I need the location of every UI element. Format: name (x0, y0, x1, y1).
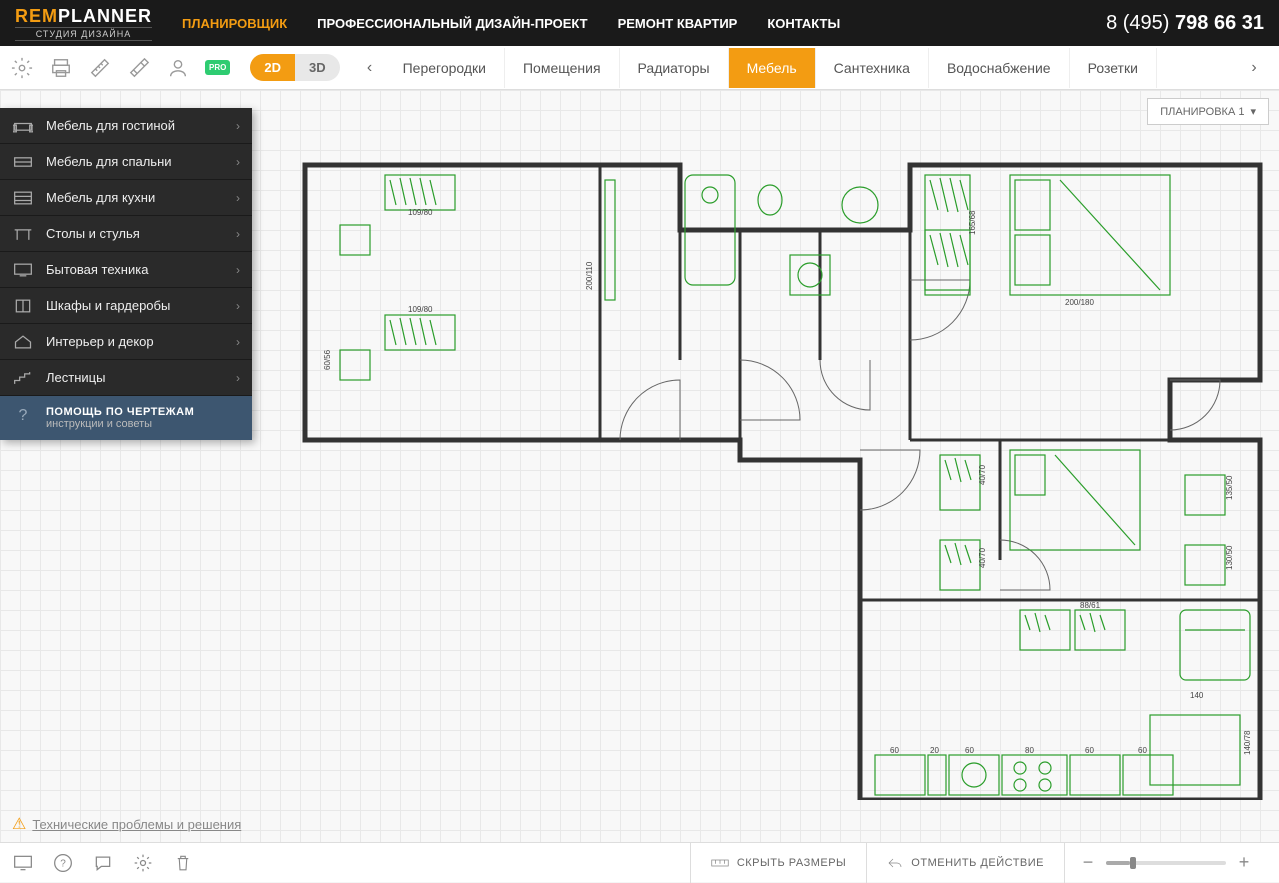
stairs-icon (12, 367, 34, 389)
tab-partitions[interactable]: Перегородки (385, 48, 505, 88)
print-icon[interactable] (49, 56, 73, 80)
tabs-scroll-left[interactable]: ‹ (355, 53, 385, 83)
table-icon (12, 223, 34, 245)
svg-text:130/50: 130/50 (1225, 545, 1234, 570)
sidebar-item-living[interactable]: Мебель для гостиной › (0, 108, 252, 144)
svg-text:80: 80 (1025, 746, 1034, 755)
chat-icon[interactable] (92, 852, 114, 874)
svg-text:140: 140 (1190, 691, 1204, 700)
svg-text:165/68: 165/68 (968, 210, 977, 235)
svg-text:60: 60 (1138, 746, 1147, 755)
floorplan[interactable]: 109/80 109/80 200/110 60/56 200/180 165/… (300, 160, 1279, 800)
nav-design-project[interactable]: ПРОФЕССИОНАЛЬНЫЙ ДИЗАЙН-ПРОЕКТ (317, 16, 587, 31)
svg-text:88/61: 88/61 (1080, 601, 1101, 610)
chevron-right-icon: › (236, 119, 240, 133)
wardrobe-icon (12, 295, 34, 317)
nav-planner[interactable]: ПЛАНИРОВЩИК (182, 16, 287, 31)
sofa-icon (12, 115, 34, 137)
svg-text:60/56: 60/56 (323, 349, 332, 370)
sidebar-item-bedroom[interactable]: Мебель для спальни › (0, 144, 252, 180)
trash-icon[interactable] (172, 852, 194, 874)
tab-sockets[interactable]: Розетки (1070, 48, 1157, 88)
main-nav: ПЛАНИРОВЩИК ПРОФЕССИОНАЛЬНЫЙ ДИЗАЙН-ПРОЕ… (182, 16, 1106, 31)
chevron-right-icon: › (236, 371, 240, 385)
tech-problems-link[interactable]: ⚠ Технические проблемы и решения (12, 814, 241, 834)
logo-planner: PLANNER (58, 6, 152, 26)
pro-badge[interactable]: PRO (205, 60, 230, 75)
logo-rem: REM (15, 6, 58, 26)
tabs-scroll-right[interactable]: › (1239, 53, 1269, 83)
hide-sizes-button[interactable]: СКРЫТЬ РАЗМЕРЫ (690, 843, 866, 883)
svg-text:200/110: 200/110 (585, 261, 594, 290)
screen-icon (12, 259, 34, 281)
worker-icon[interactable] (166, 56, 190, 80)
nav-contacts[interactable]: КОНТАКТЫ (767, 16, 840, 31)
svg-text:60: 60 (890, 746, 899, 755)
zoom-slider[interactable] (1106, 861, 1226, 865)
monitor-icon[interactable] (12, 852, 34, 874)
chevron-right-icon: › (236, 263, 240, 277)
tools-icon[interactable] (127, 56, 151, 80)
tab-furniture[interactable]: Мебель (729, 48, 816, 88)
sidebar-item-tables[interactable]: Столы и стулья › (0, 216, 252, 252)
help-circle-icon[interactable]: ? (52, 852, 74, 874)
kitchen-icon (12, 187, 34, 209)
bed-icon (12, 151, 34, 173)
chevron-right-icon: › (236, 155, 240, 169)
tab-rooms[interactable]: Помещения (505, 48, 620, 88)
furniture-sidebar: Мебель для гостиной › Мебель для спальни… (0, 108, 252, 440)
chevron-right-icon: › (236, 227, 240, 241)
chevron-down-icon: ▾ (1250, 105, 1256, 118)
main-header: REMPLANNER СТУДИЯ ДИЗАЙНА ПЛАНИРОВЩИК ПР… (0, 0, 1279, 46)
tab-radiators[interactable]: Радиаторы (620, 48, 729, 88)
chevron-right-icon: › (236, 299, 240, 313)
question-icon: ? (12, 407, 34, 429)
sidebar-item-appliances[interactable]: Бытовая техника › (0, 252, 252, 288)
plan-dropdown[interactable]: ПЛАНИРОВКА 1 ▾ (1147, 98, 1269, 125)
undo-button[interactable]: ОТМЕНИТЬ ДЕЙСТВИЕ (866, 843, 1064, 883)
footer-icons: ? (12, 852, 194, 874)
sidebar-item-decor[interactable]: Интерьер и декор › (0, 324, 252, 360)
phone-number[interactable]: 8 (495) 798 66 31 (1106, 12, 1264, 35)
tool-icons: PRO (10, 56, 230, 80)
house-icon (12, 331, 34, 353)
ruler-small-icon (711, 857, 729, 869)
logo[interactable]: REMPLANNER СТУДИЯ ДИЗАЙНА (15, 6, 152, 41)
toolbar: PRO 2D 3D ‹ Перегородки Помещения Радиат… (0, 46, 1279, 90)
svg-text:135/50: 135/50 (1225, 475, 1234, 500)
sidebar-item-wardrobes[interactable]: Шкафы и гардеробы › (0, 288, 252, 324)
chevron-right-icon: › (236, 335, 240, 349)
svg-text:40/70: 40/70 (978, 547, 987, 568)
tab-water[interactable]: Водоснабжение (929, 48, 1070, 88)
view-2d-button[interactable]: 2D (250, 54, 295, 81)
svg-text:140/78: 140/78 (1243, 730, 1252, 755)
settings-gear-icon[interactable] (10, 56, 34, 80)
svg-text:60: 60 (965, 746, 974, 755)
sidebar-item-kitchen[interactable]: Мебель для кухни › (0, 180, 252, 216)
nav-renovation[interactable]: РЕМОНТ КВАРТИР (618, 16, 738, 31)
svg-text:109/80: 109/80 (408, 208, 433, 217)
view-3d-button[interactable]: 3D (295, 54, 340, 81)
zoom-out-button[interactable]: − (1080, 852, 1096, 873)
tab-plumbing[interactable]: Сантехника (816, 48, 929, 88)
svg-text:200/180: 200/180 (1065, 298, 1094, 307)
svg-text:109/80: 109/80 (408, 305, 433, 314)
zoom-control: − + (1064, 843, 1267, 883)
view-toggle: 2D 3D (250, 54, 339, 81)
zoom-in-button[interactable]: + (1236, 852, 1252, 873)
sidebar-help[interactable]: ? ПОМОЩЬ ПО ЧЕРТЕЖАМ инструкции и советы (0, 396, 252, 440)
chevron-right-icon: › (236, 191, 240, 205)
svg-text:?: ? (60, 858, 66, 869)
footer-bar: ? СКРЫТЬ РАЗМЕРЫ ОТМЕНИТЬ ДЕЙСТВИЕ − + (0, 842, 1279, 882)
warning-icon: ⚠ (12, 814, 26, 834)
sidebar-item-stairs[interactable]: Лестницы › (0, 360, 252, 396)
svg-text:40/70: 40/70 (978, 464, 987, 485)
undo-icon (887, 856, 903, 870)
category-tabs: Перегородки Помещения Радиаторы Мебель С… (385, 48, 1239, 88)
logo-subtitle: СТУДИЯ ДИЗАЙНА (15, 27, 152, 41)
ruler-icon[interactable] (88, 56, 112, 80)
svg-text:20: 20 (930, 746, 939, 755)
gear-icon[interactable] (132, 852, 154, 874)
svg-text:60: 60 (1085, 746, 1094, 755)
